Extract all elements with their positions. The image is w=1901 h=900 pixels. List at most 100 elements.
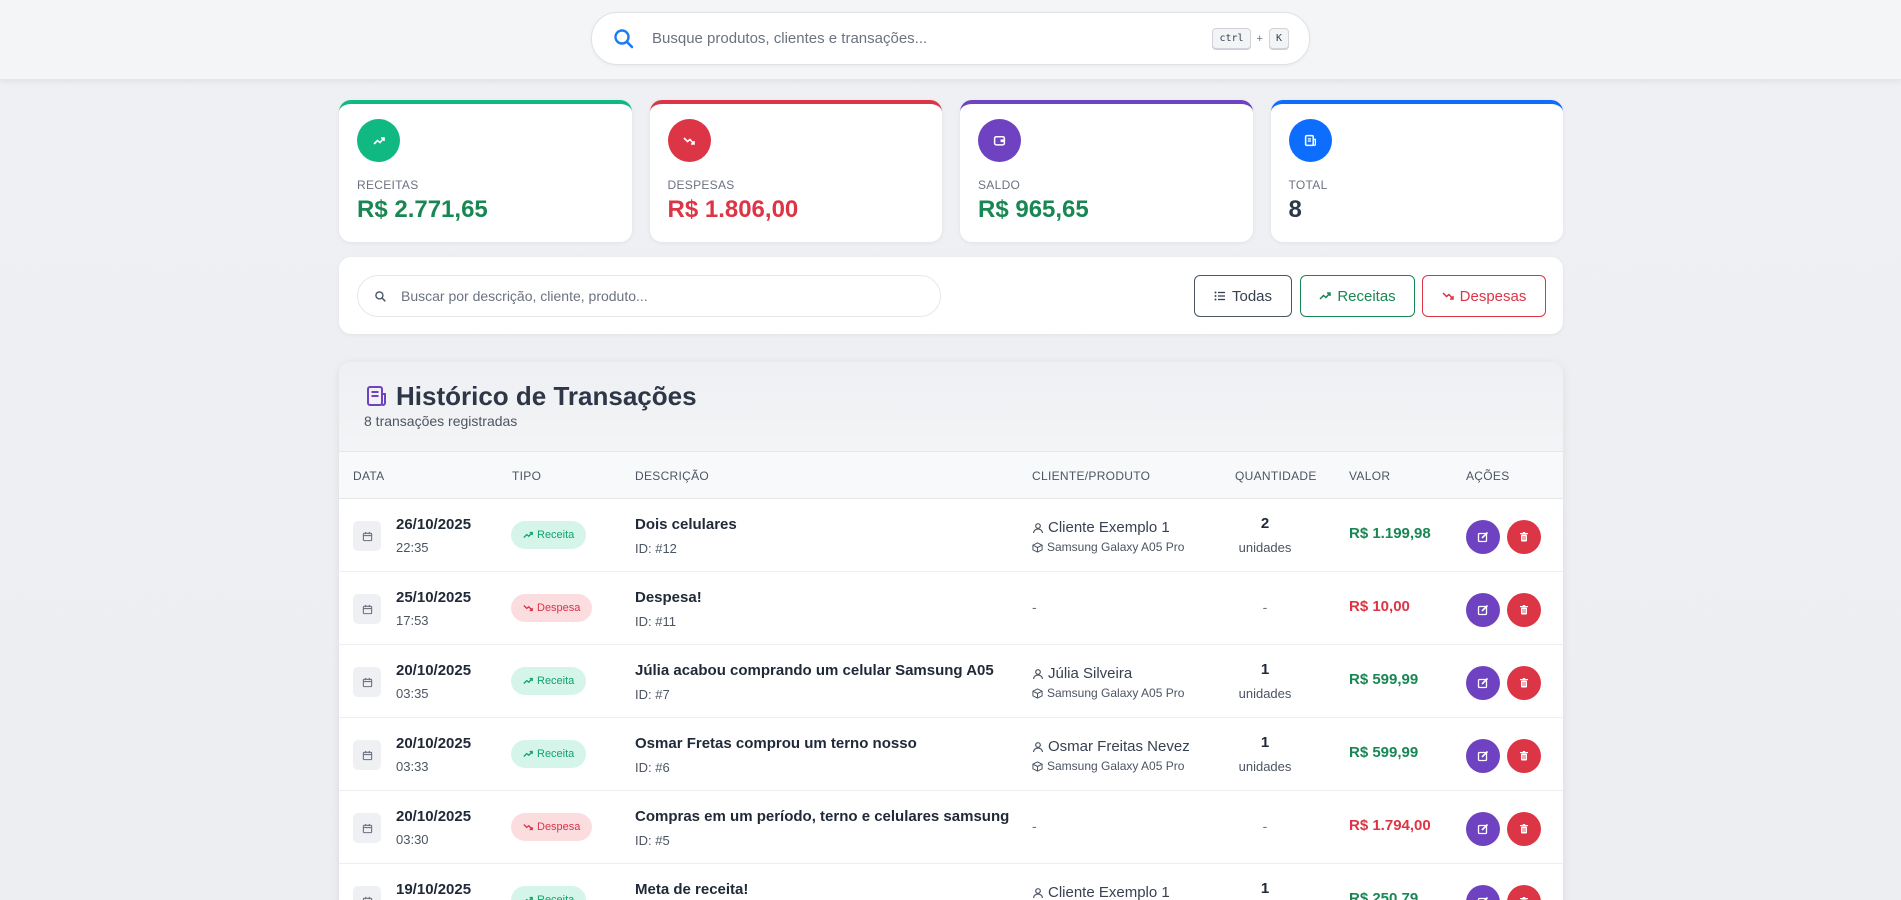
row-product: Samsung Galaxy A05 Pro xyxy=(1032,686,1184,700)
user-icon xyxy=(1032,522,1044,534)
row-date: 26/10/2025 xyxy=(396,516,472,533)
edit-icon xyxy=(1477,896,1489,900)
box-icon xyxy=(1032,760,1043,772)
trash-icon xyxy=(1518,677,1530,689)
delete-button[interactable] xyxy=(1507,739,1541,773)
row-id: ID: #12 xyxy=(635,541,677,556)
user-icon xyxy=(1032,668,1044,680)
search-icon xyxy=(614,28,634,48)
shortcut-plus: + xyxy=(1256,32,1263,45)
col-type: TIPO xyxy=(512,469,542,483)
type-label: Receita xyxy=(537,894,575,900)
edit-button[interactable] xyxy=(1466,520,1500,554)
product-name: Samsung Galaxy A05 Pro xyxy=(1047,686,1185,700)
calendar-icon xyxy=(353,667,381,697)
filter-income-button[interactable]: Receitas xyxy=(1300,275,1415,317)
trending-up-icon xyxy=(1319,292,1332,300)
row-amount: R$ 1.794,00 xyxy=(1349,817,1431,834)
table-row: 25/10/2025 17:53 Despesa Despesa! ID: #11 - - R… xyxy=(339,572,1563,645)
row-amount: R$ 1.199,98 xyxy=(1349,525,1431,542)
edit-icon xyxy=(1477,677,1489,689)
filter-expense-button[interactable]: Despesas xyxy=(1422,275,1546,317)
row-time: 03:33 xyxy=(396,759,429,774)
stat-value: R$ 2.771,65 xyxy=(357,196,488,223)
stat-label: RECEITAS xyxy=(357,178,419,192)
trending-down-icon xyxy=(523,603,533,613)
row-quantity-unit: unidades xyxy=(1238,759,1292,774)
filter-income-label: Receitas xyxy=(1337,287,1396,305)
row-quantity: 1 xyxy=(1260,661,1270,678)
stat-label: DESPESAS xyxy=(667,178,735,192)
col-quantity: QUANTIDADE xyxy=(1235,469,1317,483)
trash-icon xyxy=(1518,896,1530,900)
row-time: 17:53 xyxy=(396,613,429,628)
delete-button[interactable] xyxy=(1507,666,1541,700)
client-name: Cliente Exemplo 1 xyxy=(1048,519,1170,536)
row-id: ID: #6 xyxy=(635,760,670,775)
trending-down-icon xyxy=(1442,292,1454,300)
delete-button[interactable] xyxy=(1507,593,1541,627)
wallet-icon xyxy=(978,119,1021,162)
stat-card-total: TOTAL 8 xyxy=(1270,100,1563,242)
type-badge: Receita xyxy=(511,740,587,768)
shortcut-key-ctrl: ctrl xyxy=(1212,28,1251,49)
edit-button[interactable] xyxy=(1466,812,1500,846)
stat-value: R$ 965,65 xyxy=(978,196,1089,223)
delete-button[interactable] xyxy=(1507,812,1541,846)
type-label: Despesa xyxy=(537,602,581,614)
stat-label: SALDO xyxy=(978,178,1021,192)
filter-all-button[interactable]: Todas xyxy=(1194,275,1292,317)
row-quantity: 2 xyxy=(1260,515,1270,532)
table-body: 26/10/2025 22:35 Receita Dois celulares ID: … xyxy=(339,499,1563,900)
edit-button[interactable] xyxy=(1466,739,1500,773)
edit-button[interactable] xyxy=(1466,593,1500,627)
row-date: 20/10/2025 xyxy=(396,808,472,825)
trending-down-icon xyxy=(523,822,533,832)
box-icon xyxy=(1032,541,1043,553)
edit-icon xyxy=(1477,604,1489,616)
table-header: DATA TIPO DESCRIÇÃO CLIENTE/PRODUTO QUAN… xyxy=(339,452,1563,499)
page-title: Histórico de Transações xyxy=(396,381,697,411)
type-badge: Despesa xyxy=(511,594,593,622)
calendar-icon xyxy=(353,594,381,624)
row-description: Compras em um período, terno e celulares… xyxy=(635,808,1010,825)
edit-button[interactable] xyxy=(1466,885,1500,900)
row-id: ID: #7 xyxy=(635,687,670,702)
edit-icon xyxy=(1477,823,1489,835)
calendar-icon xyxy=(353,740,381,770)
edit-button[interactable] xyxy=(1466,666,1500,700)
delete-button[interactable] xyxy=(1507,885,1541,900)
row-quantity-empty: - xyxy=(1262,818,1268,834)
client-name: Júlia Silveira xyxy=(1048,665,1133,682)
row-product: Samsung Galaxy A05 Pro xyxy=(1032,759,1184,773)
transaction-search-input[interactable]: Buscar por descrição, cliente, produto..… xyxy=(357,275,941,317)
row-description: Meta de receita! xyxy=(635,881,749,898)
calendar-icon xyxy=(353,813,381,843)
type-label: Receita xyxy=(537,675,575,687)
trending-up-icon xyxy=(357,119,400,162)
client-name: Cliente Exemplo 1 xyxy=(1048,884,1170,900)
product-name: Samsung Galaxy A05 Pro xyxy=(1047,759,1185,773)
global-search-bar[interactable]: Busque produtos, clientes e transações..… xyxy=(591,12,1310,65)
top-bar: Busque produtos, clientes e transações..… xyxy=(0,0,1901,80)
stat-label: TOTAL xyxy=(1288,178,1328,192)
user-icon xyxy=(1032,741,1044,753)
row-amount: R$ 599,99 xyxy=(1349,671,1419,688)
trending-up-icon xyxy=(523,749,533,759)
user-icon xyxy=(1032,887,1044,899)
filter-all-label: Todas xyxy=(1231,287,1273,305)
row-quantity-unit: unidades xyxy=(1238,540,1292,555)
delete-button[interactable] xyxy=(1507,520,1541,554)
row-description: Dois celulares xyxy=(635,516,737,533)
table-row: 19/10/2025 Receita Meta de receita! Cliente… xyxy=(339,864,1563,900)
stat-value: R$ 1.806,00 xyxy=(667,196,799,223)
row-id: ID: #5 xyxy=(635,833,670,848)
receipt-icon xyxy=(1288,119,1332,162)
row-date: 20/10/2025 xyxy=(396,735,472,752)
row-time: 03:30 xyxy=(396,832,429,847)
row-time: 03:35 xyxy=(396,686,429,701)
row-quantity: 1 xyxy=(1260,880,1270,897)
receipt-icon xyxy=(367,386,386,406)
row-description: Osmar Fretas comprou um terno nosso xyxy=(635,735,917,752)
trash-icon xyxy=(1518,823,1530,835)
